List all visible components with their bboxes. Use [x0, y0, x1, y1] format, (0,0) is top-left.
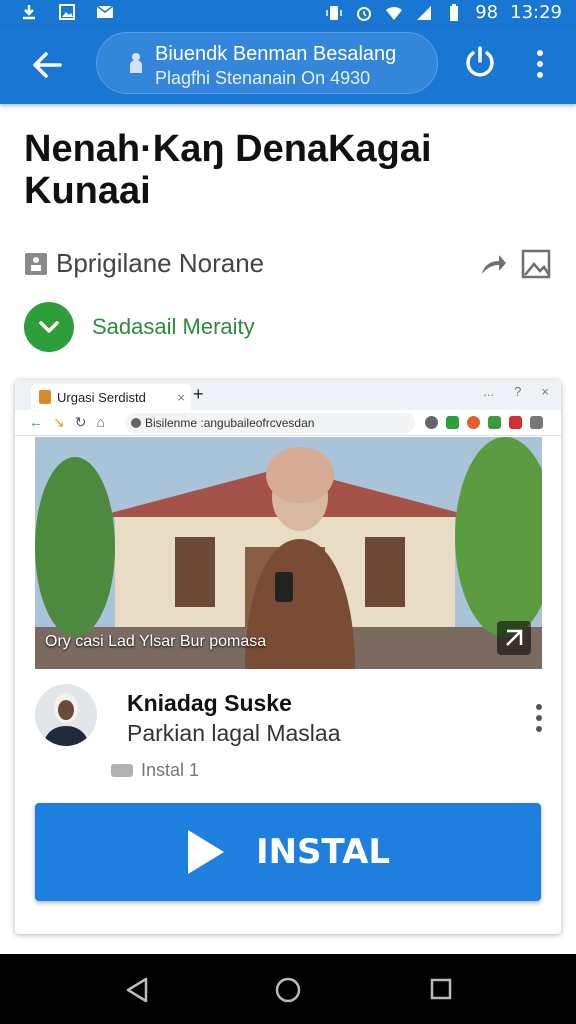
extension-icon[interactable] [509, 416, 522, 429]
browser-toolbar: ← ↘ ↻ ⌂ Bisilenme :angubaileofrcvesdan [15, 410, 561, 436]
nav-back-icon[interactable] [124, 976, 150, 1004]
extension-icon[interactable] [425, 416, 438, 429]
browser-tab[interactable]: Urgasi Serdistd × [31, 384, 191, 410]
clock: 13:29 [510, 2, 562, 23]
lock-icon [130, 53, 142, 73]
window-menu-button[interactable]: ... [483, 384, 494, 399]
share-icon[interactable] [478, 250, 508, 278]
reload-icon[interactable]: ↻ [75, 414, 87, 431]
image-icon[interactable] [520, 248, 552, 280]
author-row[interactable]: Kniadag Suske Parkian lagal Maslaa [33, 684, 553, 754]
video-player[interactable]: Ory casi Lad Ylsar Bur pomasa [35, 437, 542, 669]
page-title: Nenah·Kaŋ DenaKagai Kunaai [24, 128, 432, 212]
publisher[interactable]: Bprigilane Norane [24, 248, 264, 279]
app-bar: Biuendk Benman Besalang Plagfhi Stenanai… [0, 26, 576, 104]
menu-icon[interactable] [530, 416, 543, 429]
extension-icon[interactable] [446, 416, 459, 429]
window-help-button[interactable]: ? [514, 384, 521, 399]
new-tab-button[interactable]: + [193, 384, 204, 405]
url-subtitle: Plagfhi Stenanain On 4930 [155, 68, 371, 88]
verified-text: Sadasail Meraity [92, 314, 255, 339]
download-icon [23, 5, 35, 20]
alarm-icon [357, 6, 372, 21]
browser-tab-bar: Urgasi Serdistd × + ... ? × [15, 380, 561, 410]
wifi-icon [386, 6, 403, 20]
system-nav-bar [0, 954, 576, 1024]
fullscreen-icon [506, 629, 523, 646]
url-title: Biuendk Benman Besalang [155, 43, 397, 65]
browser-forward-icon[interactable]: ↘ [53, 414, 65, 431]
window-close-button[interactable]: × [541, 384, 549, 399]
verified-row: Sadasail Meraity [24, 302, 255, 352]
fullscreen-button[interactable] [497, 621, 531, 655]
install-button[interactable]: INSTAL [35, 803, 541, 901]
favicon-icon [39, 390, 51, 404]
status-bar: 98 13:29 [0, 0, 576, 26]
more-vert-icon[interactable] [533, 702, 545, 734]
tab-title: Urgasi Serdistd [57, 389, 146, 405]
signal-icon [417, 5, 432, 20]
nav-home-icon[interactable] [274, 976, 302, 1004]
battery-level: 98 [475, 2, 499, 23]
omnibox-text: Bisilenme :angubaileofrcvesdan [145, 416, 315, 430]
gallery-icon [59, 4, 75, 20]
extension-icon[interactable] [488, 416, 501, 429]
play-icon [187, 830, 224, 874]
more-vert-icon[interactable] [526, 48, 554, 80]
author-subtitle: Parkian lagal Maslaa [127, 720, 341, 746]
browser-back-icon[interactable]: ← [29, 414, 43, 431]
nav-recents-icon[interactable] [430, 978, 452, 1000]
back-arrow-icon[interactable] [28, 46, 66, 84]
home-icon[interactable]: ⌂ [96, 414, 104, 431]
chevron-down-icon[interactable] [24, 302, 74, 352]
install-meta: Instal 1 [111, 760, 199, 781]
content-card: Urgasi Serdistd × + ... ? × ← ↘ ↻ ⌂ Bisi… [15, 380, 561, 934]
video-caption: Ory casi Lad Ylsar Bur pomasa [45, 633, 267, 650]
tab-close-icon[interactable]: × [177, 390, 185, 405]
extension-icon[interactable] [467, 416, 480, 429]
url-bar[interactable]: Biuendk Benman Besalang Plagfhi Stenanai… [96, 32, 438, 94]
mail-icon [96, 5, 114, 18]
author-name: Kniadag Suske [127, 690, 292, 716]
download-count-icon [111, 764, 133, 777]
power-icon[interactable] [462, 44, 498, 80]
site-info-icon [131, 418, 141, 428]
battery-icon [450, 3, 459, 21]
vibrate-icon [326, 5, 342, 20]
install-label: INSTAL [255, 832, 391, 872]
extensions [425, 416, 543, 429]
publisher-name: Bprigilane Norane [56, 248, 265, 278]
install-count: Instal 1 [141, 760, 200, 780]
omnibox[interactable]: Bisilenme :angubaileofrcvesdan [125, 413, 415, 433]
publisher-icon [25, 252, 47, 275]
avatar[interactable] [35, 684, 97, 746]
